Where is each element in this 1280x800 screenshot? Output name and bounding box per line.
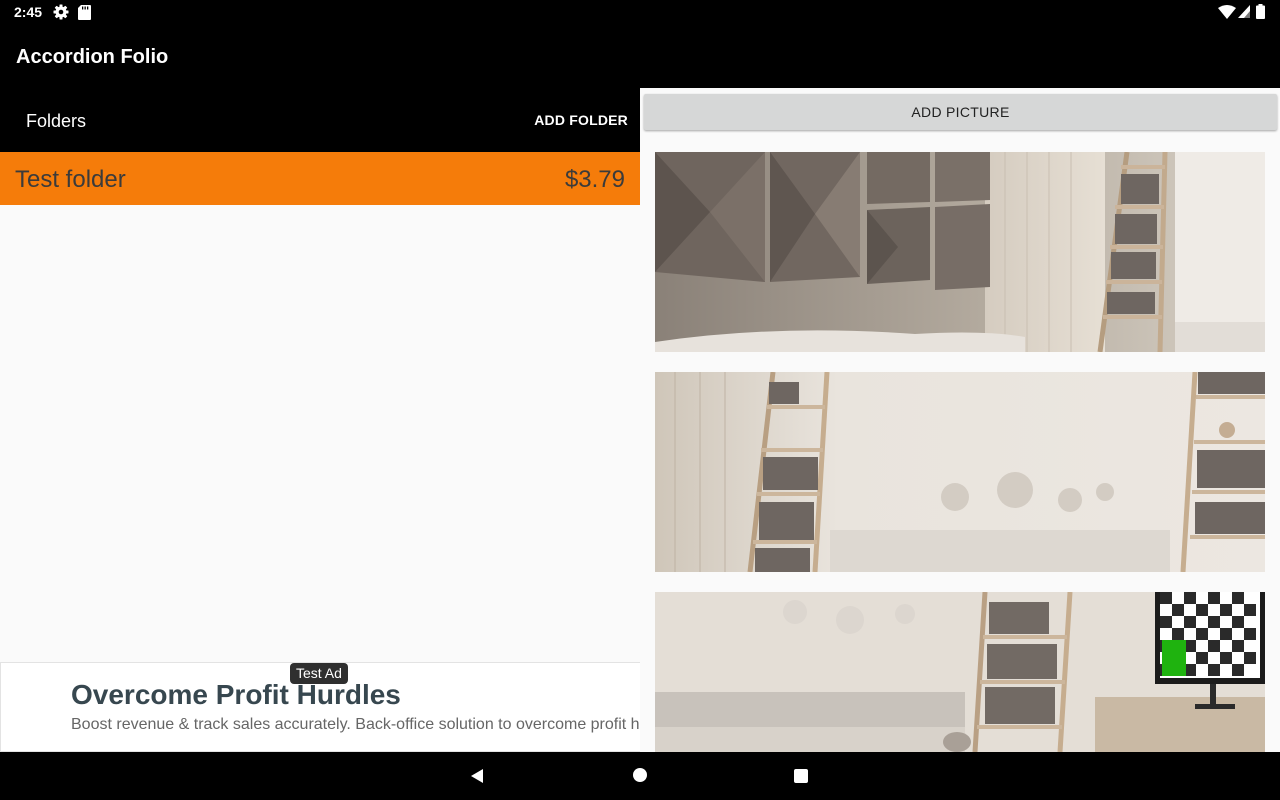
- battery-icon: [1256, 4, 1265, 19]
- home-icon[interactable]: [633, 768, 647, 782]
- app-title: Accordion Folio: [16, 46, 169, 68]
- folder-item[interactable]: Test folder $3.79: [0, 152, 640, 205]
- room-image-2[interactable]: [655, 372, 1265, 572]
- folder-price: $3.79: [564, 166, 625, 193]
- ad-title: Overcome Profit Hurdles: [71, 679, 401, 710]
- add-folder-button[interactable]: ADD FOLDER: [534, 112, 628, 128]
- add-picture-button[interactable]: ADD PICTURE: [644, 94, 1277, 130]
- back-icon[interactable]: [468, 767, 486, 785]
- room-image-3[interactable]: [655, 592, 1265, 752]
- app-bar: Accordion Folio: [0, 24, 1280, 88]
- sd-card-icon: [78, 5, 91, 20]
- folders-header: Folders ADD FOLDER: [0, 88, 640, 152]
- ad-banner[interactable]: Test Ad Overcome Profit Hurdles Boost re…: [0, 662, 640, 752]
- folders-panel: Folders ADD FOLDER Test folder $3.79 Tes…: [0, 88, 640, 752]
- recents-icon[interactable]: [794, 769, 808, 783]
- navigation-bar: [0, 752, 1280, 800]
- gear-icon: [53, 4, 69, 20]
- pictures-panel: ADD PICTURE: [640, 88, 1280, 752]
- room-image-1[interactable]: [655, 152, 1265, 352]
- signal-icon: [1238, 5, 1250, 18]
- status-bar: 2:45: [0, 0, 1280, 24]
- folders-title: Folders: [26, 111, 87, 131]
- status-time: 2:45: [14, 4, 43, 20]
- folder-name: Test folder: [15, 166, 126, 193]
- wifi-icon: [1218, 5, 1236, 19]
- ad-text: Boost revenue & track sales accurately. …: [71, 716, 640, 733]
